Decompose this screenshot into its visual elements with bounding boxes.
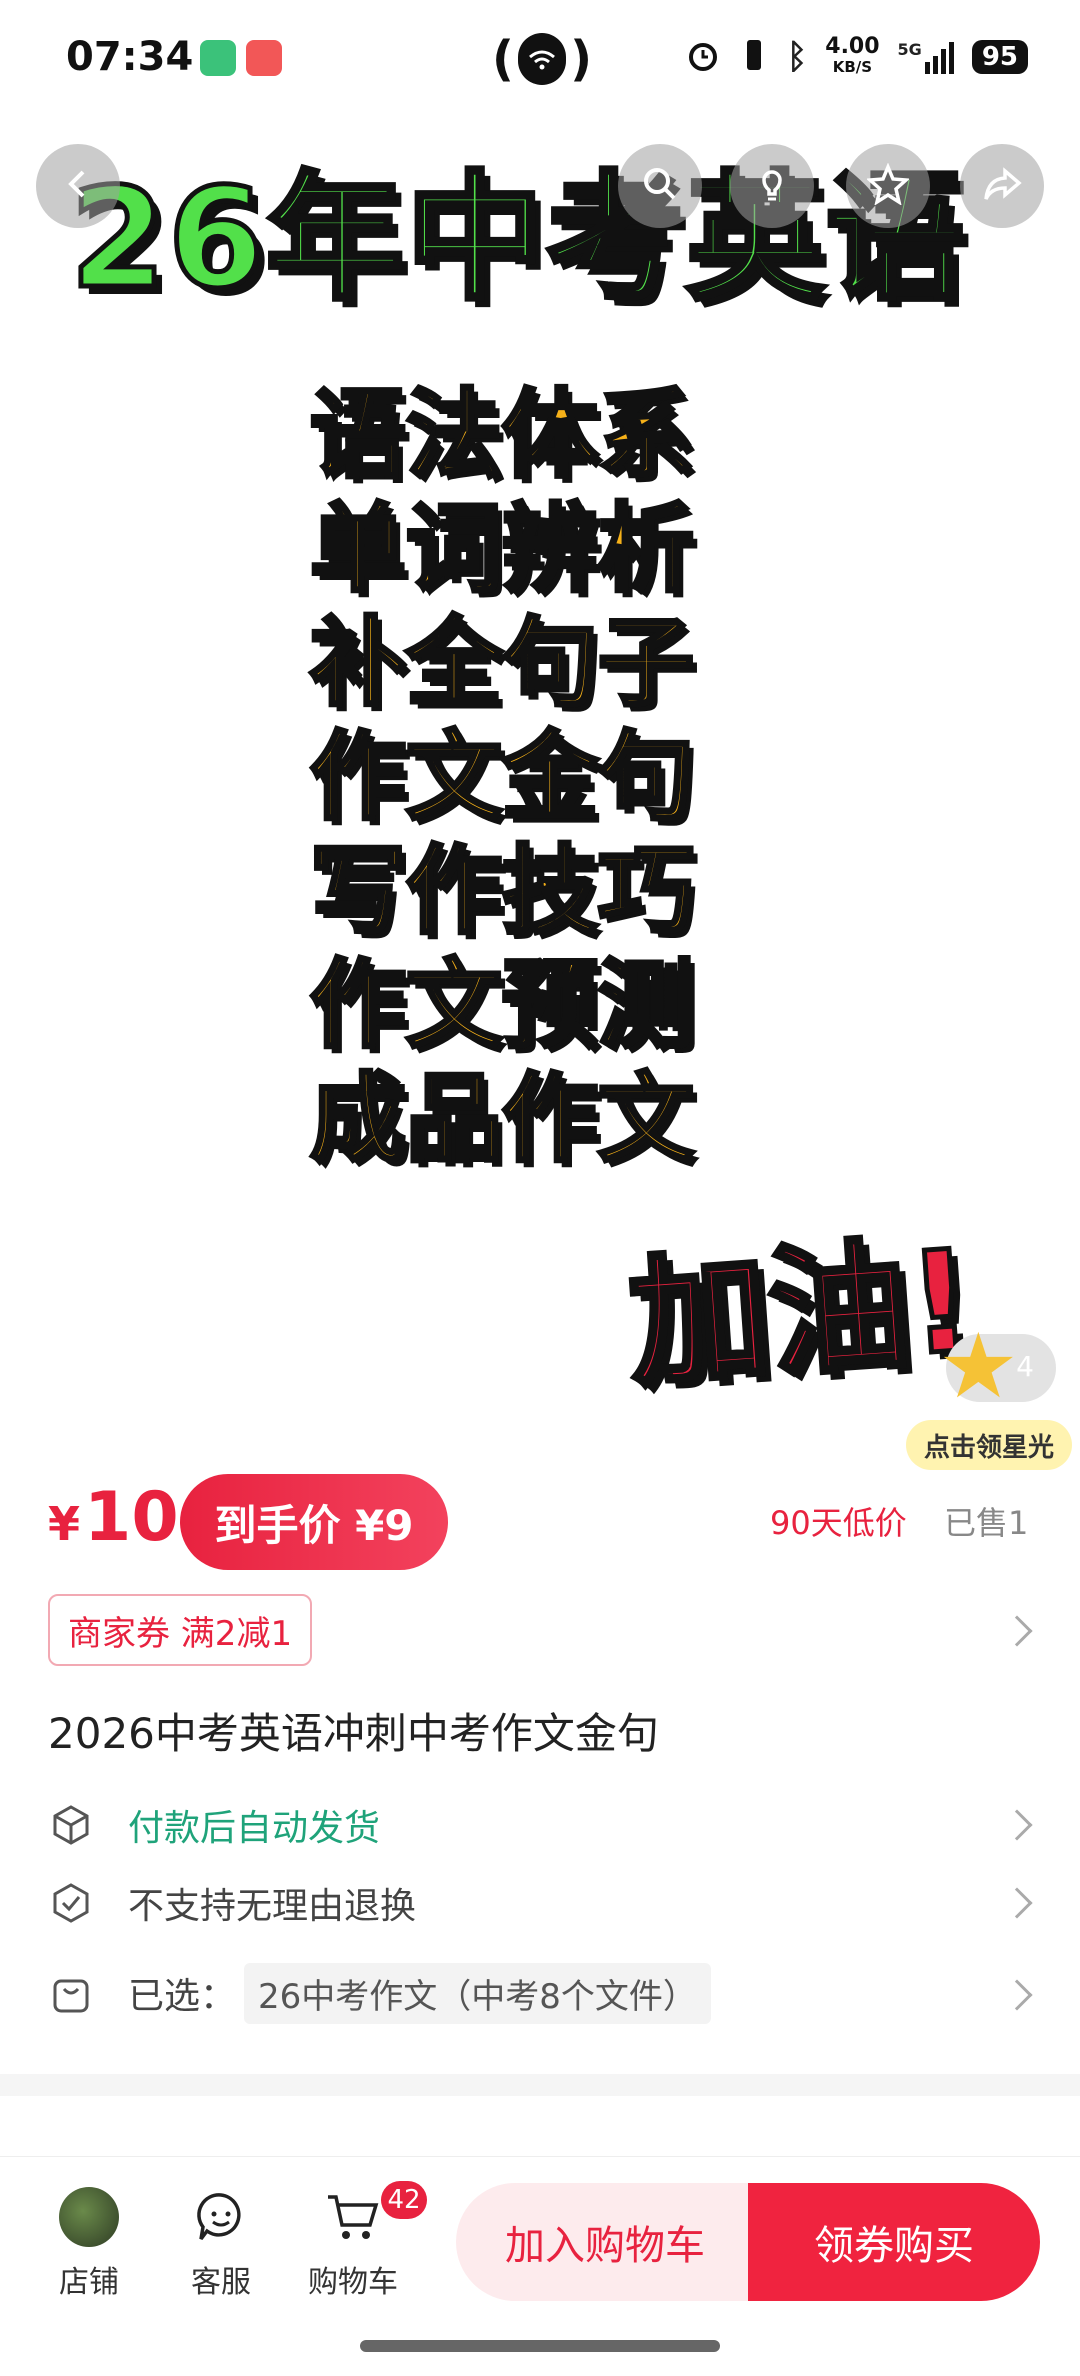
image-cheer-text: 加油! xyxy=(621,1218,980,1410)
bluetooth-icon: ᛒ xyxy=(786,37,808,77)
product-title: 2026中考英语冲刺中考作文金句 xyxy=(48,1709,659,1758)
back-button[interactable] xyxy=(36,144,120,228)
customer-service-tab[interactable]: 客服 xyxy=(166,2187,276,2301)
store-label: 店铺 xyxy=(59,2265,119,2300)
status-icons: ᛒ 4.00 KB/S 5G 95 xyxy=(685,30,1028,84)
price: ¥ 10 xyxy=(48,1478,179,1557)
store-avatar xyxy=(59,2187,119,2247)
wifi-icon xyxy=(517,33,567,85)
battery-indicator: 95 xyxy=(971,40,1028,74)
shield-check-icon xyxy=(48,1880,94,1926)
network-speed: 4.00 KB/S xyxy=(825,34,880,77)
add-to-cart-button[interactable]: 加入购物车 xyxy=(456,2183,754,2301)
sold-count: 已售1 xyxy=(944,1504,1029,1542)
notification-app-icon xyxy=(246,40,282,76)
chevron-left-icon xyxy=(61,167,95,205)
cart-tab[interactable]: 42 购物车 xyxy=(298,2181,427,2301)
selected-option-row[interactable]: 已选： 26中考作文（中考8个文件） xyxy=(48,1960,1038,2026)
shipping-info-row[interactable]: 付款后自动发货 xyxy=(48,1792,1038,1858)
topic-item: 语法体系 xyxy=(308,377,696,493)
hotspot-indicator: ( ) xyxy=(492,31,592,87)
chat-icon xyxy=(191,2187,251,2247)
selected-option-value: 26中考作文（中考8个文件） xyxy=(244,1962,711,2024)
topic-item: 补全句子 xyxy=(308,605,696,721)
star-icon xyxy=(865,162,911,209)
search-button[interactable] xyxy=(618,144,702,228)
price-amount: 10 xyxy=(84,1478,179,1557)
return-policy-row[interactable]: 不支持无理由退换 xyxy=(48,1870,1038,1936)
section-divider xyxy=(0,2074,1080,2096)
shipping-text: 付款后自动发货 xyxy=(128,1808,381,1849)
alarm-icon xyxy=(685,37,721,77)
search-icon xyxy=(640,164,680,208)
lightbulb-icon xyxy=(752,164,792,208)
topic-item: 作文金句 xyxy=(308,719,696,835)
chevron-right-icon[interactable] xyxy=(1001,1615,1033,1647)
topic-item: 作文预测 xyxy=(308,947,696,1063)
box-icon xyxy=(48,1802,94,1848)
signal-icon: 5G xyxy=(898,40,954,74)
claim-star-button[interactable]: 点击领星光 xyxy=(906,1420,1072,1470)
video-app-icon xyxy=(200,40,236,76)
topic-item: 成品作文 xyxy=(308,1061,696,1177)
vibrate-icon xyxy=(739,37,769,77)
bag-icon xyxy=(48,1970,94,2016)
cart-label: 购物车 xyxy=(308,2265,398,2300)
bottom-action-bar: 店铺 客服 42 购物车 加入购物车 领券购买 xyxy=(0,2156,1080,2316)
image-headline: 26年中考英语 xyxy=(67,156,967,322)
selected-label: 已选： xyxy=(128,1976,237,2017)
star-count: 4 xyxy=(1016,1350,1034,1383)
store-tab[interactable]: 店铺 xyxy=(34,2187,144,2301)
sparkle-star-icon[interactable]: ★ xyxy=(938,1322,1019,1412)
service-label: 客服 xyxy=(191,2265,251,2300)
share-button[interactable] xyxy=(960,144,1044,228)
currency-symbol: ¥ xyxy=(48,1497,81,1551)
status-bar: 07:34 ( ) ᛒ 4.00 KB/S 5G 95 xyxy=(0,0,1080,118)
low-price-tag: 90天低价 xyxy=(770,1504,907,1542)
return-policy-text: 不支持无理由退换 xyxy=(128,1886,417,1927)
share-icon xyxy=(981,163,1023,209)
buy-with-coupon-button[interactable]: 领券购买 xyxy=(748,2183,1040,2301)
cart-icon: 42 xyxy=(323,2181,427,2247)
final-price-badge: 到手价 ¥9 xyxy=(180,1474,448,1570)
tips-button[interactable] xyxy=(730,144,814,228)
coupon-tag[interactable]: 商家券 满2减1 xyxy=(48,1594,313,1666)
topic-item: 单词辨析 xyxy=(308,491,696,607)
status-time: 07:34 xyxy=(66,34,194,80)
topic-list: 语法体系 单词辨析 补全句子 作文金句 写作技巧 作文预测 成品作文 xyxy=(308,377,730,1177)
topic-item: 写作技巧 xyxy=(308,833,696,949)
home-indicator[interactable] xyxy=(360,2340,720,2352)
cart-count-badge: 42 xyxy=(381,2181,427,2219)
favorite-button[interactable] xyxy=(846,144,930,228)
